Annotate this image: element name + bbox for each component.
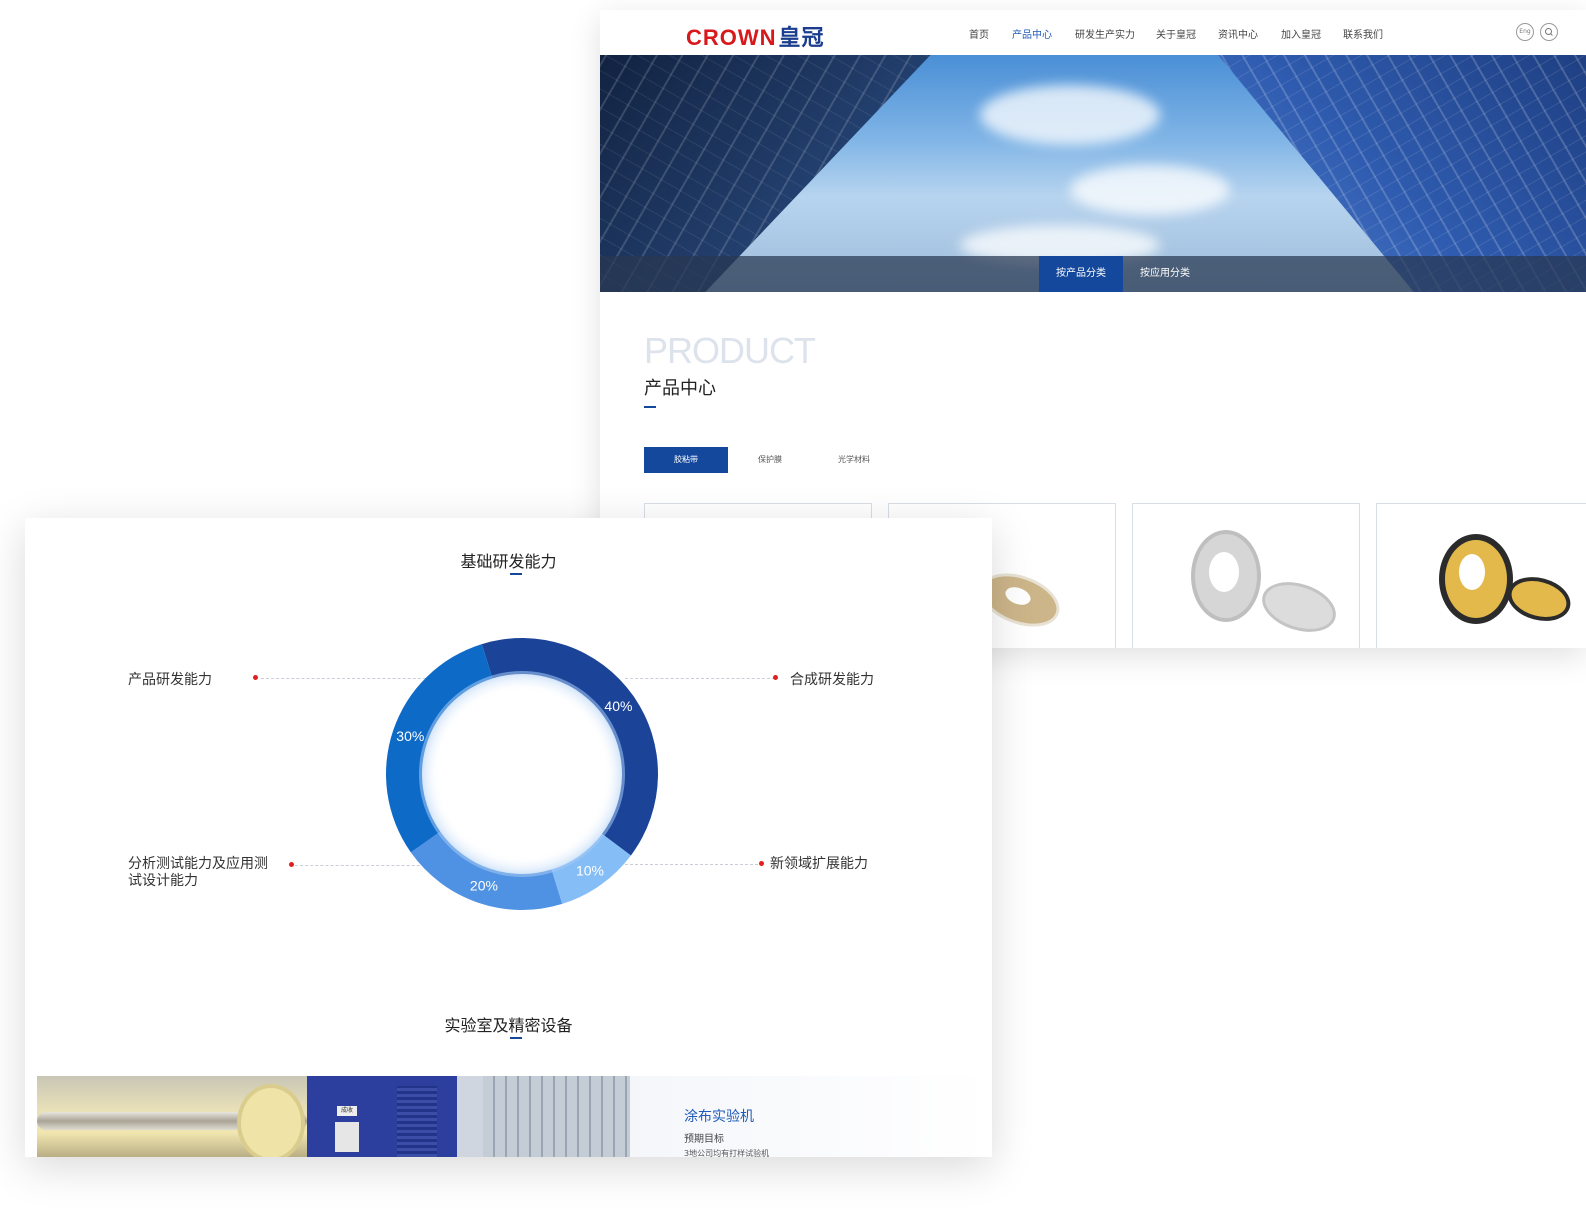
tab-by-application[interactable]: 按应用分类	[1123, 256, 1207, 292]
lab-item-description: 3地公司均有打样试验机	[684, 1149, 770, 1157]
title-underline	[644, 406, 656, 408]
nav-item-home[interactable]: 首页	[969, 26, 989, 41]
tape-roll-image	[1502, 570, 1576, 628]
rd-page-screenshot: 基础研发能力 产品研发能力 合成研发能力 分析测试能力及应用测 试设计能力 新领…	[25, 518, 992, 1157]
nav-item-rd-production[interactable]: 研发生产实力	[1075, 26, 1135, 41]
donut-slice-label: 30%	[396, 728, 424, 744]
category-tab-protective-film[interactable]: 保护膜	[728, 447, 812, 473]
language-button[interactable]: Eng	[1516, 23, 1534, 41]
tape-roll-core	[1459, 554, 1485, 590]
category-tab-optical-material[interactable]: 光学材料	[812, 447, 896, 473]
donut-slice-label: 20%	[470, 878, 498, 894]
donut-slice-label: 10%	[576, 862, 604, 878]
donut-chart: 40% 10% 20% 30%	[385, 638, 658, 910]
title-underline	[510, 1037, 522, 1039]
lab-room-photo	[483, 1076, 630, 1157]
search-button[interactable]	[1540, 23, 1558, 41]
nav-item-products[interactable]: 产品中心	[1012, 26, 1052, 41]
tape-roll-image	[1255, 573, 1343, 641]
lab-item-title: 涂布实验机	[684, 1109, 754, 1125]
hero-tab-bar: 按产品分类 按应用分类	[600, 256, 1586, 292]
nav-item-contact[interactable]: 联系我们	[1343, 26, 1383, 41]
cloud	[980, 85, 1160, 145]
product-card[interactable]	[1132, 503, 1360, 648]
top-navigation: CROWN皇冠 首页 产品中心 研发生产实力 关于皇冠 资讯中心 加入皇冠 联系…	[600, 10, 1586, 55]
cloud	[1070, 165, 1230, 215]
donut-slice-label: 40%	[604, 698, 632, 714]
donut-inner-glow	[419, 671, 625, 877]
nav-item-about[interactable]: 关于皇冠	[1156, 26, 1196, 41]
nav-item-news[interactable]: 资讯中心	[1218, 26, 1258, 41]
cabinet-sign: 成收	[337, 1106, 357, 1116]
product-card[interactable]	[1376, 503, 1586, 648]
blue-cabinet-photo: 成收	[307, 1076, 483, 1157]
lab-section-title: 实验室及精密设备	[444, 1016, 573, 1035]
crown-logo[interactable]: CROWN皇冠	[686, 20, 825, 52]
coating-machine-photo	[37, 1076, 307, 1157]
search-icon	[1545, 28, 1553, 36]
nav-item-join[interactable]: 加入皇冠	[1281, 26, 1321, 41]
hero-banner: 按产品分类 按应用分类	[600, 55, 1586, 292]
lab-item-subtitle: 预期目标	[684, 1134, 724, 1145]
section-title-cn: 产品中心	[644, 378, 716, 399]
machine-wheel	[237, 1084, 305, 1157]
category-tab-adhesive-tape[interactable]: 胶粘带	[644, 447, 728, 473]
tape-roll-core	[1209, 552, 1239, 592]
section-title-en: PRODUCT	[644, 330, 816, 371]
cabinet-vents	[397, 1086, 437, 1157]
lab-equipment-strip: 成收	[37, 1076, 992, 1157]
tab-by-product[interactable]: 按产品分类	[1039, 256, 1123, 292]
control-panel	[335, 1122, 359, 1152]
